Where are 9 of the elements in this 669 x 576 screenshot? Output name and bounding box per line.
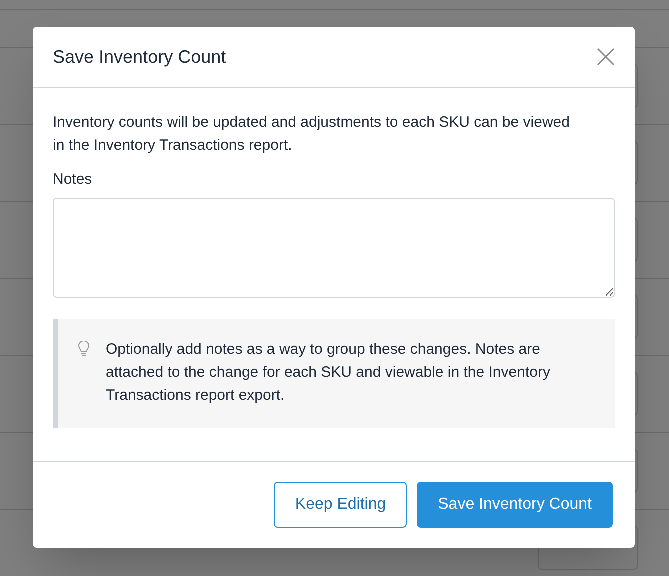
dialog-title: Save Inventory Count (53, 46, 226, 69)
dialog-message: Inventory counts will be updated and adjustments to each SKU can be viewed in the Inventory Transactions report. (53, 113, 571, 156)
save-button[interactable]: Save Inventory Count (417, 482, 613, 528)
notes-label: Notes (53, 170, 94, 190)
keep-editing-button[interactable]: Keep Editing (274, 482, 408, 528)
tip-text: Optionally add notes as a way to group these changes. Notes are attached to the change for each SKU and viewable in the Inventory Transactions report export. (106, 340, 552, 406)
notes-field[interactable] (53, 198, 615, 298)
close-icon[interactable] (597, 48, 615, 66)
lightbulb-icon (78, 340, 90, 356)
